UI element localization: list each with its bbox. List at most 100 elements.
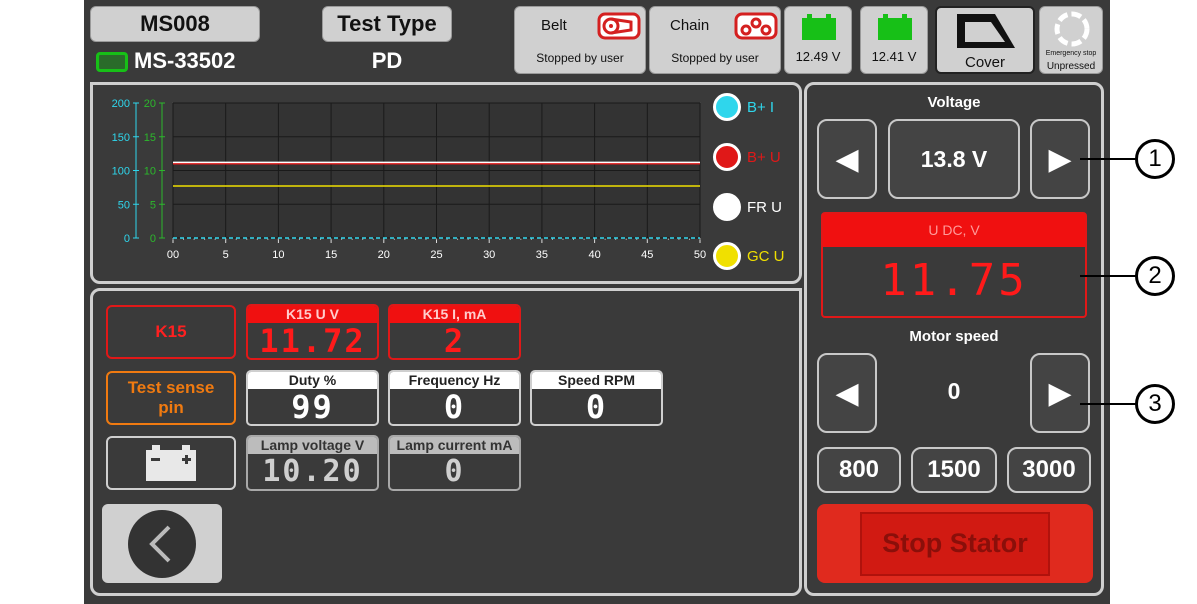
emergency-stop-status: Unpressed <box>1046 61 1096 72</box>
k15-button[interactable]: K15 <box>106 305 236 359</box>
legend-b-u[interactable]: B+ U <box>713 143 781 171</box>
battery-icon <box>146 445 196 481</box>
x-tick-label: 25 <box>430 249 442 261</box>
speed-preset-3000-button[interactable]: 3000 <box>1007 447 1091 493</box>
callout-line-2 <box>1080 275 1136 277</box>
k15-current-label: K15 I, mA <box>390 306 519 323</box>
chart-panel: 00 5 10 15 20 25 30 35 40 45 50 200 20 150 15 100 10 50 5 0… <box>90 82 802 284</box>
legend-gc-u-label: GC U <box>747 247 785 265</box>
udc-value: 11.75 <box>880 255 1028 306</box>
belt-status: Stopped by user <box>536 51 624 65</box>
test-sense-pin-label: Test sense pin <box>127 378 215 417</box>
legend-fr-u-label: FR U <box>747 198 782 216</box>
y-right-tick-label: 20 <box>144 98 156 110</box>
back-button[interactable] <box>102 504 222 583</box>
battery1-button[interactable]: 12.49 V <box>784 6 852 74</box>
duty-display: Duty % 99 <box>246 370 379 426</box>
lamp-voltage-display: Lamp voltage V 10.20 <box>246 435 379 491</box>
lamp-current-value: 0 <box>444 454 465 489</box>
lamp-current-label: Lamp current mA <box>390 437 519 454</box>
cover-button[interactable]: Cover <box>935 6 1035 74</box>
belt-icon <box>597 12 641 40</box>
y-right-tick-label: 5 <box>150 199 156 211</box>
chain-status: Stopped by user <box>671 51 759 65</box>
y-left-tick-label: 0 <box>124 233 130 245</box>
voltage-decrease-button[interactable]: ◀ <box>817 119 877 199</box>
x-tick-label: 35 <box>536 249 548 261</box>
triangle-left-icon: ◀ <box>835 142 859 176</box>
emergency-stop-icon <box>1054 11 1090 47</box>
x-tick-label: 30 <box>483 249 495 261</box>
battery2-icon <box>878 14 912 40</box>
test-type-button[interactable]: Test Type <box>322 6 452 42</box>
x-tick-label: 00 <box>167 249 179 261</box>
x-tick-label: 50 <box>694 249 706 261</box>
chevron-left-icon <box>128 509 196 578</box>
legend-b-i[interactable]: B+ I <box>713 93 774 121</box>
x-tick-label: 45 <box>641 249 653 261</box>
y-left-tick-label: 200 <box>112 98 130 110</box>
y-left-tick-label: 150 <box>112 132 130 144</box>
x-tick-label: 40 <box>588 249 600 261</box>
cover-icon <box>957 14 1015 48</box>
belt-label: Belt <box>541 17 567 34</box>
motor-speed-decrease-button[interactable]: ◀ <box>817 353 877 433</box>
stop-stator-button[interactable]: Stop Stator <box>817 504 1093 583</box>
chain-icon <box>734 12 778 40</box>
triangle-right-icon: ▶ <box>1048 142 1072 176</box>
frequency-label: Frequency Hz <box>390 372 519 389</box>
belt-status-button[interactable]: Belt Stopped by user <box>514 6 646 74</box>
chain-status-button[interactable]: Chain Stopped by user <box>649 6 781 74</box>
test-sense-pin-button[interactable]: Test sense pin <box>106 371 236 425</box>
legend-b-u-label: B+ U <box>747 148 781 166</box>
stop-stator-label-box: Stop Stator <box>860 511 1050 576</box>
cover-label: Cover <box>964 54 1005 71</box>
y-left-tick-label: 100 <box>112 166 130 178</box>
k15-label: K15 <box>155 322 187 341</box>
test-type-value: PD <box>371 48 403 73</box>
battery-button[interactable] <box>106 436 236 490</box>
device-id: MS008 <box>140 11 210 36</box>
udc-label: U DC, V <box>823 214 1085 247</box>
speed-preset-800-button[interactable]: 800 <box>817 447 901 493</box>
lamp-voltage-label: Lamp voltage V <box>248 437 377 454</box>
test-type-label: Test Type <box>337 11 437 36</box>
y-right-tick-label: 10 <box>144 166 156 178</box>
callout-3-number: 3 <box>1148 390 1162 417</box>
frequency-display: Frequency Hz 0 <box>388 370 521 426</box>
k15-voltage-value: 11.72 <box>259 322 366 360</box>
frequency-value: 0 <box>443 388 466 426</box>
motor-speed-label: Motor speed <box>909 328 999 345</box>
speed-rpm-display: Speed RPM 0 <box>530 370 663 426</box>
legend-fr-u[interactable]: FR U <box>713 193 782 221</box>
y-left-tick-label: 50 <box>118 199 130 211</box>
battery2-voltage: 12.41 V <box>871 49 917 64</box>
voltage-setpoint-display[interactable]: 13.8 V <box>888 119 1020 199</box>
duty-label: Duty % <box>248 372 377 389</box>
legend-gc-u-swatch <box>713 242 741 270</box>
k15-voltage-display: K15 U V 11.72 <box>246 304 379 360</box>
triangle-right-icon: ▶ <box>1048 376 1072 410</box>
voltage-label: Voltage <box>927 94 981 111</box>
x-tick-label: 5 <box>223 249 229 261</box>
voltage-setpoint-value: 13.8 V <box>920 145 988 172</box>
x-tick-label: 10 <box>272 249 284 261</box>
x-tick-label: 20 <box>378 249 390 261</box>
callout-line-1 <box>1080 158 1136 160</box>
battery2-button[interactable]: 12.41 V <box>860 6 928 74</box>
legend-b-i-swatch <box>713 93 741 121</box>
motor-speed-increase-button[interactable]: ▶ <box>1030 353 1090 433</box>
stop-stator-label: Stop Stator <box>882 528 1028 558</box>
udc-display: U DC, V 11.75 <box>821 212 1087 318</box>
speed-rpm-value: 0 <box>585 388 608 426</box>
chain-label: Chain <box>670 17 710 34</box>
callout-2: 2 <box>1135 256 1175 296</box>
emergency-stop-button[interactable]: Emergency stop Unpressed <box>1039 6 1103 74</box>
speed-preset-1500-button[interactable]: 1500 <box>911 447 997 493</box>
x-tick-label: 15 <box>325 249 337 261</box>
triangle-left-icon: ◀ <box>835 376 859 410</box>
app-window: MS008 MS-33502 Test Type PD Belt Stopped… <box>84 0 1110 604</box>
device-id-button[interactable]: MS008 <box>90 6 260 42</box>
legend-gc-u[interactable]: GC U <box>713 242 785 270</box>
callout-3: 3 <box>1135 384 1175 424</box>
